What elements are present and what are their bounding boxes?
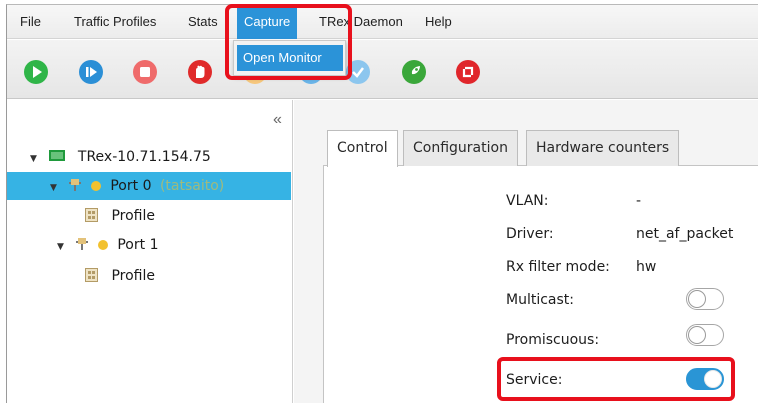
service-highlight xyxy=(497,357,735,401)
menu-help[interactable]: Help xyxy=(425,5,452,39)
collapse-sidebar-icon[interactable]: « xyxy=(273,111,282,129)
rx-filter-value: hw xyxy=(636,259,657,275)
tree-item-port0[interactable]: ▼ Port 0 (tatsaito) xyxy=(7,172,291,200)
tab-hardware-counters[interactable]: Hardware counters xyxy=(526,130,680,166)
profile-label: Profile xyxy=(111,268,155,284)
play-icon[interactable] xyxy=(24,60,48,84)
tree-item-server[interactable]: ▼ TRex-10.71.154.75 xyxy=(30,143,211,171)
capture-highlight xyxy=(225,4,352,80)
port-icon xyxy=(76,238,89,250)
tree-item-port0-profile[interactable]: Profile xyxy=(85,202,155,230)
driver-value: net_af_packet xyxy=(636,226,734,242)
port0-owner: (tatsaito) xyxy=(159,178,225,194)
server-icon xyxy=(49,150,66,161)
vlan-value: - xyxy=(636,193,642,209)
tab-control[interactable]: Control xyxy=(327,130,398,167)
promiscuous-label: Promiscuous: xyxy=(506,332,600,348)
tree-item-port1-profile[interactable]: Profile xyxy=(85,262,155,290)
driver-label: Driver: xyxy=(506,226,554,242)
profile-icon xyxy=(85,268,98,282)
toggle-knob xyxy=(688,290,706,308)
profile-icon xyxy=(85,208,98,222)
tree-item-port1[interactable]: ▼ Port 1 xyxy=(57,231,158,259)
status-dot-icon xyxy=(90,181,101,191)
expand-arrow-icon[interactable]: ▼ xyxy=(50,174,64,202)
server-label: TRex-10.71.154.75 xyxy=(77,149,211,165)
step-icon[interactable] xyxy=(79,60,103,84)
promiscuous-toggle[interactable] xyxy=(686,324,724,346)
reset-icon[interactable] xyxy=(456,60,480,84)
menu-file[interactable]: File xyxy=(20,5,41,39)
menu-bar: File Traffic Profiles Stats Capture TRex… xyxy=(7,5,758,39)
port0-label: Port 0 xyxy=(110,178,152,194)
port-icon xyxy=(69,179,82,191)
menu-stats[interactable]: Stats xyxy=(188,5,218,39)
vlan-label: VLAN: xyxy=(506,193,549,209)
toggle-knob xyxy=(688,326,706,344)
stop-icon[interactable] xyxy=(133,60,157,84)
rocket-icon[interactable] xyxy=(402,60,426,84)
expand-arrow-icon[interactable]: ▼ xyxy=(30,145,44,173)
expand-arrow-icon[interactable]: ▼ xyxy=(57,233,71,261)
multicast-label: Multicast: xyxy=(506,292,574,308)
toolbar xyxy=(7,40,758,99)
status-dot-icon xyxy=(97,240,108,250)
rx-filter-label: Rx filter mode: xyxy=(506,259,610,275)
tab-configuration[interactable]: Configuration xyxy=(403,130,518,166)
hand-icon[interactable] xyxy=(188,60,212,84)
multicast-toggle[interactable] xyxy=(686,288,724,310)
port1-label: Port 1 xyxy=(117,237,159,253)
menu-traffic-profiles[interactable]: Traffic Profiles xyxy=(74,5,156,39)
profile-label: Profile xyxy=(111,208,155,224)
